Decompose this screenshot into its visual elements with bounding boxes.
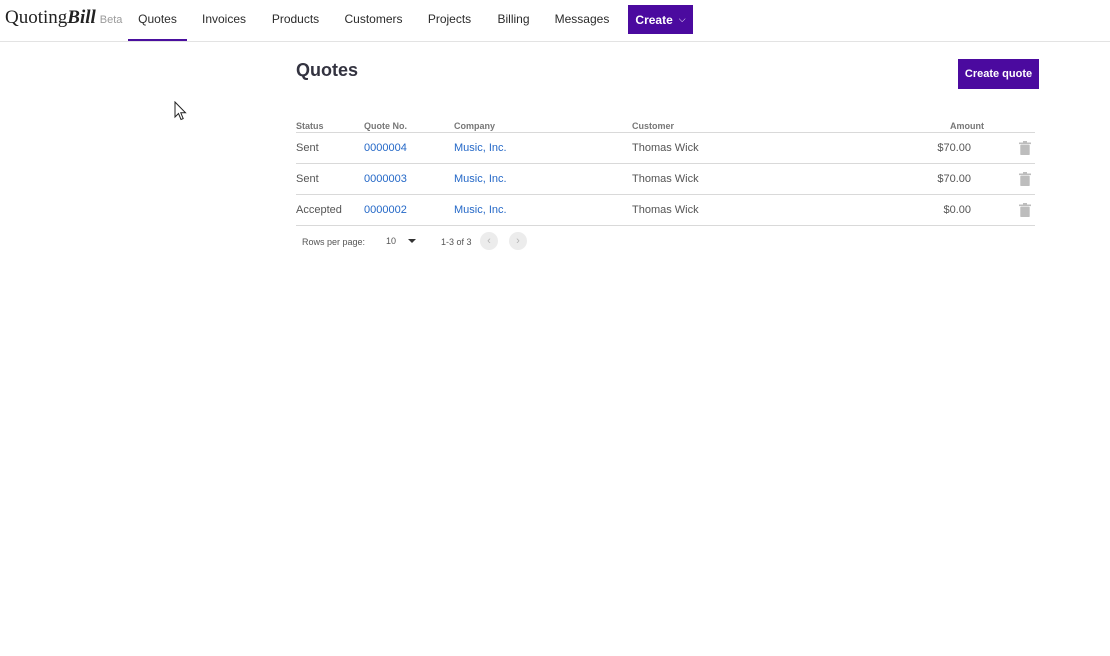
nav-invoices[interactable]: Invoices — [194, 0, 254, 41]
quote-number-link[interactable]: 0000003 — [364, 173, 407, 185]
trash-icon[interactable] — [1019, 172, 1031, 186]
quote-number-link[interactable]: 0000004 — [364, 142, 407, 154]
company-link[interactable]: Music, Inc. — [454, 142, 507, 154]
caret-down-icon — [408, 239, 417, 243]
nav-customers[interactable]: Customers — [338, 0, 409, 41]
table-row[interactable]: Accepted 0000002 Music, Inc. Thomas Wick… — [296, 195, 1035, 226]
next-page-button[interactable]: › — [509, 232, 527, 250]
cell-customer: Thomas Wick — [632, 173, 699, 185]
header-quote-no[interactable]: Quote No. — [364, 121, 407, 131]
header-customer[interactable]: Customer — [632, 121, 674, 131]
cell-amount: $0.00 — [943, 204, 971, 216]
page-title: Quotes — [296, 60, 359, 80]
cell-status: Sent — [296, 142, 319, 154]
nav-products[interactable]: Products — [264, 0, 327, 41]
rows-per-page-value: 10 — [386, 236, 397, 246]
nav-projects[interactable]: Projects — [421, 0, 478, 41]
cell-customer: Thomas Wick — [632, 204, 699, 216]
cell-amount: $70.00 — [937, 142, 971, 154]
top-navbar: Quoting Bill Beta Quotes Invoices Produc… — [0, 0, 1110, 42]
header-amount[interactable]: Amount — [950, 121, 984, 131]
header-company[interactable]: Company — [454, 121, 495, 131]
trash-icon[interactable] — [1019, 203, 1031, 217]
create-label: Create — [635, 12, 673, 27]
create-quote-button[interactable]: Create quote — [958, 59, 1039, 89]
cell-status: Accepted — [296, 204, 342, 216]
rows-per-page-select[interactable]: 10 — [386, 236, 417, 246]
trash-icon[interactable] — [1019, 141, 1031, 155]
table-header: Status Quote No. Company Customer Amount — [296, 118, 1035, 133]
app-logo[interactable]: Quoting Bill Beta — [5, 7, 122, 31]
company-link[interactable]: Music, Inc. — [454, 204, 507, 216]
create-dropdown-button[interactable]: Create ⌵ — [628, 5, 693, 34]
cell-status: Sent — [296, 173, 319, 185]
chevron-down-icon: ⌵ — [678, 14, 686, 24]
nav-quotes[interactable]: Quotes — [128, 0, 187, 41]
page-range: 1-3 of 3 — [441, 237, 472, 247]
logo-bold-word: Bill — [67, 7, 96, 28]
previous-page-button[interactable]: ‹ — [480, 232, 498, 250]
cell-amount: $70.00 — [937, 173, 971, 185]
chevron-right-icon: › — [516, 235, 520, 247]
chevron-left-icon: ‹ — [487, 235, 491, 247]
table-row[interactable]: Sent 0000004 Music, Inc. Thomas Wick $70… — [296, 133, 1035, 164]
quote-number-link[interactable]: 0000002 — [364, 204, 407, 216]
quotes-table: Status Quote No. Company Customer Amount… — [296, 118, 1035, 226]
nav-messages[interactable]: Messages — [549, 0, 615, 41]
nav-billing[interactable]: Billing — [490, 0, 537, 41]
beta-badge: Beta — [99, 14, 123, 26]
table-pagination: Rows per page: 10 1-3 of 3 ‹ › — [296, 232, 696, 252]
mouse-cursor-icon — [174, 101, 187, 121]
logo-word: Quoting — [5, 7, 68, 28]
cell-customer: Thomas Wick — [632, 142, 699, 154]
company-link[interactable]: Music, Inc. — [454, 173, 507, 185]
rows-per-page-label: Rows per page: — [302, 237, 366, 247]
header-status[interactable]: Status — [296, 121, 324, 131]
table-row[interactable]: Sent 0000003 Music, Inc. Thomas Wick $70… — [296, 164, 1035, 195]
